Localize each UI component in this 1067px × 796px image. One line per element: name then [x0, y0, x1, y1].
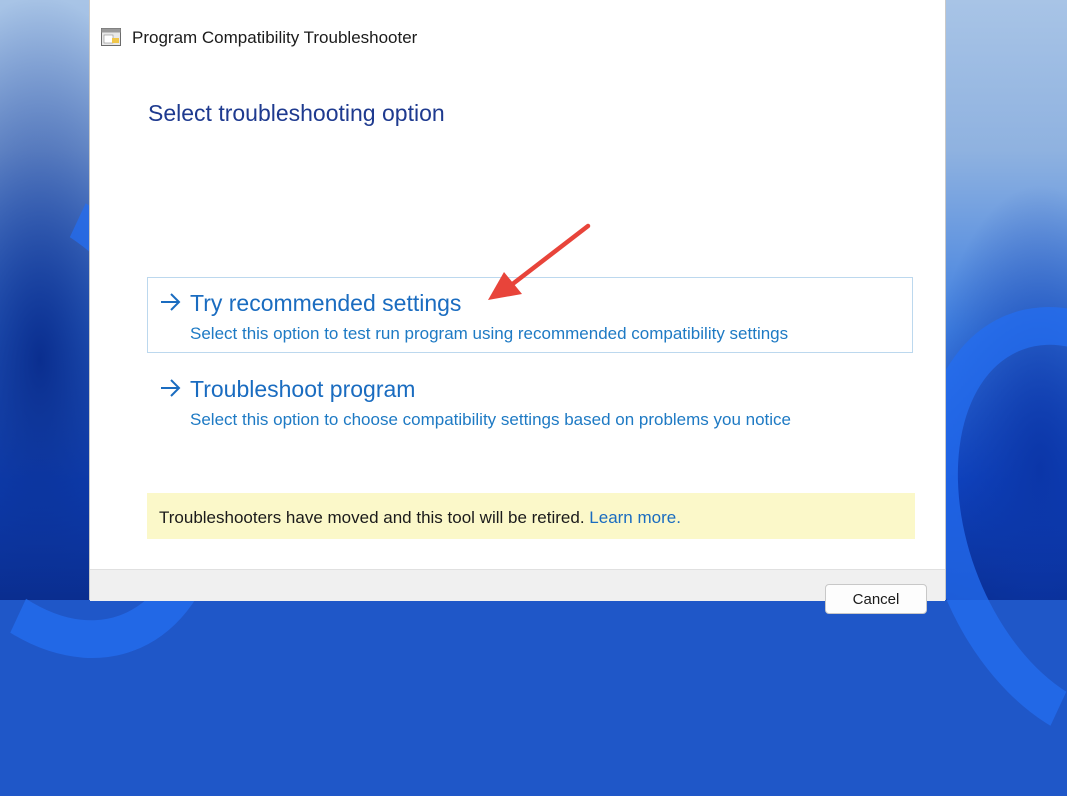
window-title: Program Compatibility Troubleshooter: [132, 28, 418, 47]
option-description: Select this option to choose compatibili…: [190, 410, 792, 429]
cancel-button[interactable]: Cancel: [825, 584, 927, 614]
learn-more-link[interactable]: Learn more.: [589, 508, 681, 527]
notice-text-wrapper: Troubleshooters have moved and this tool…: [159, 508, 681, 528]
arrow-right-icon: [161, 293, 181, 311]
troubleshooter-app-icon: [101, 28, 121, 46]
title-bar: Program Compatibility Troubleshooter: [90, 0, 945, 78]
annotation-arrow-icon: [488, 223, 591, 300]
retirement-notice-banner: Troubleshooters have moved and this tool…: [147, 493, 915, 539]
option-title: Try recommended settings: [190, 290, 462, 316]
page-heading: Select troubleshooting option: [148, 100, 445, 126]
option-title: Troubleshoot program: [190, 376, 416, 402]
option-description: Select this option to test run program u…: [190, 324, 789, 343]
notice-message: Troubleshooters have moved and this tool…: [159, 508, 585, 527]
dialog-footer: Cancel: [90, 569, 945, 614]
arrow-right-icon: [161, 379, 181, 397]
option-troubleshoot-program[interactable]: Troubleshoot program Select this option …: [147, 363, 913, 439]
